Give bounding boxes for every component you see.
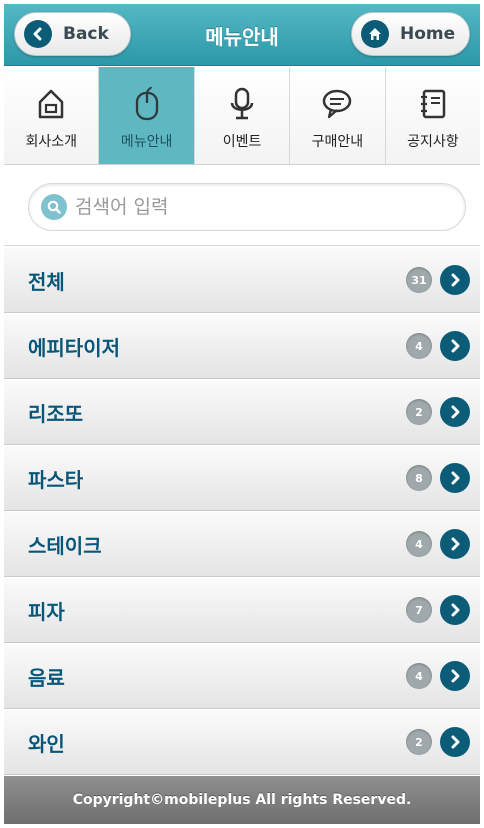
chevron-right-icon [440,331,470,361]
search-bar-area [4,166,480,246]
list-item-label: 파스타 [28,467,84,492]
home-button[interactable]: Home [351,12,470,56]
notebook-icon [417,87,449,121]
back-button[interactable]: Back [14,12,131,56]
chevron-right-icon [440,661,470,691]
page-title: 메뉴안내 [205,24,279,49]
list-item[interactable]: 피자 7 [4,577,480,643]
chevron-right-icon [440,727,470,757]
tab-menu-label: 메뉴안내 [120,134,173,150]
count-badge: 2 [406,729,432,755]
tab-notice-label: 공지사항 [407,134,459,150]
home-button-label: Home [400,24,456,44]
search-icon [41,194,67,220]
list-item[interactable]: 와인 2 [4,709,480,775]
mouse-icon [131,87,163,121]
search-input[interactable] [75,196,435,218]
tab-event[interactable]: 이벤트 [194,67,291,164]
tab-purchase[interactable]: 구매안내 [290,67,386,164]
count-badge: 31 [406,267,432,293]
list-item-label: 음료 [28,665,65,690]
tab-company-label: 회사소개 [25,134,77,150]
tab-purchase-label: 구매안내 [311,134,364,150]
chevron-right-icon [440,397,470,427]
home-icon [361,20,389,48]
tab-company[interactable]: 회사소개 [4,67,100,164]
footer-copyright: Copyright©mobileplus All rights Reserved… [4,776,480,824]
count-badge: 2 [406,399,432,425]
list-item[interactable]: 음료 4 [4,643,480,709]
chevron-right-icon [440,529,470,559]
house-icon [35,87,67,121]
list-item[interactable]: 전체 31 [4,247,480,313]
list-item-label: 와인 [28,731,65,756]
list-item-label: 스테이크 [28,533,102,558]
tab-menu[interactable]: 메뉴안내 [99,67,195,164]
list-item-label: 리조또 [28,401,84,426]
count-badge: 4 [406,531,432,557]
chevron-right-icon [440,595,470,625]
chevron-right-icon [440,265,470,295]
chevron-right-icon [440,463,470,493]
chevron-left-icon [24,20,52,48]
list-item-label: 전체 [28,269,65,294]
tab-event-label: 이벤트 [222,134,262,150]
count-badge: 8 [406,465,432,491]
category-list: 전체 31 에피타이저 4 리조또 2 파스타 8 스테이크 4 피자 7 음료… [4,247,480,775]
list-item[interactable]: 스테이크 4 [4,511,480,577]
main-nav: 회사소개 메뉴안내 이벤트 구매안내 공지사항 [4,67,481,165]
count-badge: 4 [406,663,432,689]
list-item-label: 피자 [28,599,65,624]
list-item[interactable]: 리조또 2 [4,379,480,445]
list-item[interactable]: 에피타이저 4 [4,313,480,379]
search-box [28,183,466,231]
microphone-icon [226,87,258,121]
count-badge: 7 [406,597,432,623]
list-item-label: 에피타이저 [28,335,120,360]
count-badge: 4 [406,333,432,359]
chat-bubble-icon [321,87,353,121]
header-bar: Back 메뉴안내 Home [4,4,480,66]
tab-notice[interactable]: 공지사항 [385,67,481,164]
list-item[interactable]: 파스타 8 [4,445,480,511]
back-button-label: Back [63,24,109,44]
